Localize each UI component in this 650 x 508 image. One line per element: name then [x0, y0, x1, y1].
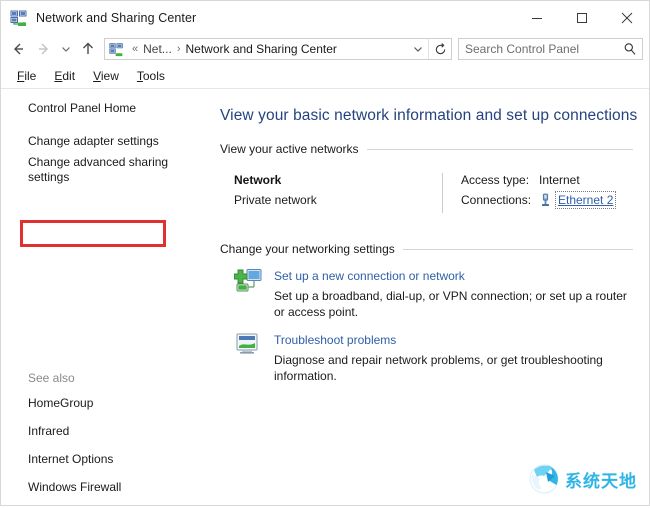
menu-edit-rest: dit: [62, 69, 75, 83]
set-up-new-connection-link[interactable]: Set up a new connection or network: [274, 268, 639, 284]
task-body: Troubleshoot problems Diagnose and repai…: [274, 332, 639, 384]
search-icon[interactable]: [618, 42, 642, 56]
ethernet-connection-link[interactable]: Ethernet 2: [557, 193, 614, 207]
task-set-up-new-connection[interactable]: Set up a new connection or network Set u…: [220, 268, 639, 320]
network-type: Private network: [234, 193, 442, 207]
minimize-button[interactable]: [514, 1, 559, 34]
task-troubleshoot-problems[interactable]: Troubleshoot problems Diagnose and repai…: [220, 332, 639, 384]
task-body: Set up a new connection or network Set u…: [274, 268, 639, 320]
back-icon[interactable]: [5, 37, 31, 61]
watermark: 系统天地: [528, 463, 637, 495]
sidebar: Control Panel Home Change adapter settin…: [1, 89, 214, 505]
search-box[interactable]: [458, 38, 643, 60]
watermark-text: 系统天地: [565, 467, 637, 492]
menu-edit[interactable]: Edit: [46, 67, 85, 85]
address-chevron-down-icon[interactable]: [408, 39, 428, 59]
content-area: Control Panel Home Change adapter settin…: [1, 89, 649, 505]
networking-settings-section: Change your networking settings: [220, 242, 639, 384]
menu-view-rest: iew: [101, 69, 119, 83]
see-also-section: See also HomeGroup Infrared Internet Opt…: [1, 371, 214, 508]
menu-tools-rest: ools: [143, 69, 165, 83]
network-details: Access type: Internet Connections:: [461, 173, 639, 213]
vertical-divider: [442, 173, 443, 213]
window-title: Network and Sharing Center: [36, 11, 196, 25]
globe-logo: [528, 463, 560, 495]
search-input[interactable]: [459, 41, 618, 57]
sidebar-item-infrared[interactable]: Infrared: [1, 424, 214, 438]
see-also-title: See also: [1, 371, 214, 385]
window-controls: [514, 1, 649, 34]
recent-locations-chevron-down-icon[interactable]: [57, 37, 75, 61]
menu-view-accesskey: V: [93, 69, 101, 83]
troubleshoot-problems-description: Diagnose and repair network problems, or…: [274, 352, 639, 384]
breadcrumb-separator: ›: [173, 43, 185, 55]
troubleshoot-problems-link[interactable]: Troubleshoot problems: [274, 332, 639, 348]
menu-view[interactable]: View: [85, 67, 129, 85]
sidebar-item-homegroup[interactable]: HomeGroup: [1, 396, 214, 410]
access-type-label: Access type:: [461, 173, 539, 187]
networking-settings-section-header: Change your networking settings: [220, 242, 639, 256]
page-title: View your basic network information and …: [220, 106, 639, 126]
ethernet-icon: [539, 193, 552, 207]
breadcrumb-overflow[interactable]: «: [128, 43, 142, 55]
sidebar-item-control-panel-home[interactable]: Control Panel Home: [1, 101, 214, 119]
menu-tools[interactable]: Tools: [129, 67, 175, 85]
highlight-annotation-box: [20, 220, 166, 247]
connections-row: Connections: Ethernet 2: [461, 193, 639, 207]
address-bar[interactable]: « Net... › Network and Sharing Center: [104, 38, 452, 60]
active-networks-section-header: View your active networks: [220, 142, 639, 156]
menu-file-rest: ile: [24, 69, 36, 83]
network-sharing-icon: [10, 9, 28, 27]
network-name: Network: [234, 173, 442, 187]
sidebar-task-group: Change adapter settings Change advanced …: [1, 131, 214, 188]
sidebar-item-change-advanced-sharing-settings[interactable]: Change advanced sharing settings: [1, 152, 214, 188]
main-panel: View your basic network information and …: [214, 89, 649, 505]
connections-label: Connections:: [461, 193, 539, 207]
set-up-new-connection-description: Set up a broadband, dial-up, or VPN conn…: [274, 288, 639, 320]
networking-settings-section-title: Change your networking settings: [220, 242, 395, 256]
access-type-row: Access type: Internet: [461, 173, 639, 187]
up-icon[interactable]: [75, 37, 101, 61]
network-identity: Network Private network: [234, 173, 442, 213]
sidebar-item-change-adapter-settings[interactable]: Change adapter settings: [1, 131, 214, 152]
maximize-button[interactable]: [559, 1, 604, 34]
access-type-value: Internet: [539, 173, 580, 187]
close-button[interactable]: [604, 1, 649, 34]
new-connection-icon: [234, 268, 264, 296]
active-networks-section-title: View your active networks: [220, 142, 359, 156]
forward-icon: [31, 37, 57, 61]
menu-bar: File Edit View Tools: [1, 64, 649, 89]
breadcrumb-item-0[interactable]: Net...: [142, 42, 173, 56]
troubleshoot-icon: [234, 332, 264, 360]
section-rule: [367, 149, 633, 150]
section-rule: [403, 249, 633, 250]
sidebar-item-internet-options[interactable]: Internet Options: [1, 452, 214, 466]
network-sharing-center-window: Network and Sharing Center: [0, 0, 650, 506]
refresh-icon[interactable]: [428, 39, 451, 59]
menu-file[interactable]: File: [9, 67, 46, 85]
navigation-bar: « Net... › Network and Sharing Center: [1, 34, 649, 64]
breadcrumb-network-icon: [109, 42, 124, 57]
active-network-entry: Network Private network Access type: Int…: [220, 173, 639, 213]
title-bar: Network and Sharing Center: [1, 1, 649, 34]
sidebar-item-windows-firewall[interactable]: Windows Firewall: [1, 480, 214, 494]
breadcrumb-item-1[interactable]: Network and Sharing Center: [184, 42, 337, 56]
